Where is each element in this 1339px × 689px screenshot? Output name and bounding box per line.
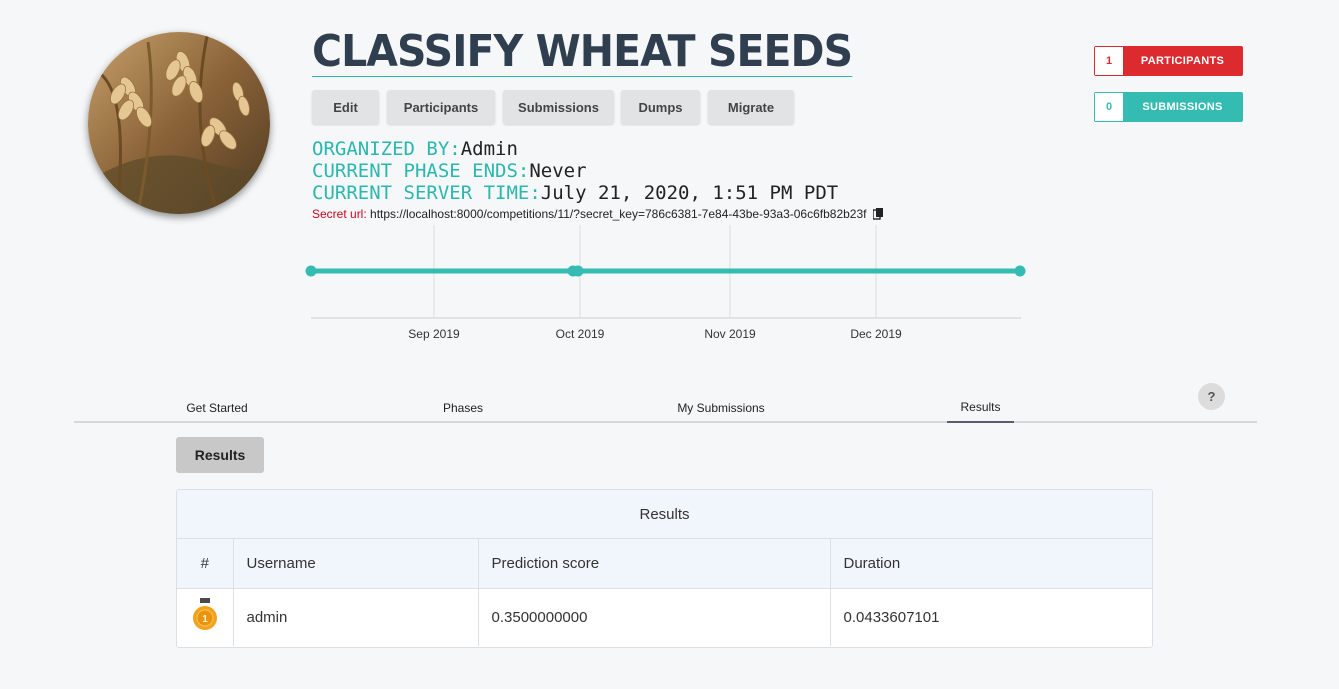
organized-by-value: Admin: [460, 138, 518, 160]
timeline-tick-label: Sep 2019: [408, 327, 460, 341]
score-cell: 0.3500000000: [478, 588, 831, 646]
table-row: 1 admin 0.3500000000 0.0433607101: [177, 588, 1152, 646]
table-header-row: # Username Prediction score Duration: [177, 539, 1152, 588]
phase-timeline: Sep 2019 Oct 2019 Nov 2019 Dec 2019: [305, 225, 1026, 341]
results-button[interactable]: Results: [176, 437, 264, 473]
phase-ends-value: Never: [529, 160, 587, 182]
edit-button[interactable]: Edit: [312, 90, 379, 124]
server-time-label: CURRENT SERVER TIME:: [312, 182, 541, 204]
participants-stat-label: PARTICIPANTS: [1123, 47, 1242, 75]
phase-start-marker[interactable]: [305, 265, 317, 277]
tab-my-submissions[interactable]: My Submissions: [668, 392, 774, 423]
column-header-score: Prediction score: [478, 539, 831, 588]
secret-url-value[interactable]: https://localhost:8000/competitions/11/?…: [370, 207, 866, 221]
participants-count: 1: [1095, 47, 1123, 75]
submissions-stat[interactable]: 0 SUBMISSIONS: [1094, 92, 1243, 122]
secret-url-label: Secret url:: [312, 207, 367, 221]
submissions-count: 0: [1095, 93, 1123, 121]
participants-stat[interactable]: 1 PARTICIPANTS: [1094, 46, 1243, 76]
organized-by: ORGANIZED BY:Admin: [312, 138, 518, 160]
phase-end-marker[interactable]: [1014, 265, 1026, 277]
tab-get-started[interactable]: Get Started: [174, 392, 260, 423]
phase-ends: CURRENT PHASE ENDS:Never: [312, 160, 587, 182]
svg-text:1: 1: [202, 614, 208, 625]
competition-tabs: Get Started Phases My Submissions Result…: [74, 392, 1257, 423]
column-header-username: Username: [233, 539, 479, 588]
competition-logo: [88, 32, 270, 214]
participants-button[interactable]: Participants: [387, 90, 495, 124]
username-cell: admin: [233, 588, 479, 646]
column-header-rank: #: [177, 539, 234, 588]
phase-ends-label: CURRENT PHASE ENDS:: [312, 160, 530, 182]
timeline-tick-label: Nov 2019: [704, 327, 756, 341]
help-icon[interactable]: ?: [1198, 383, 1225, 410]
tab-results[interactable]: Results: [947, 392, 1014, 423]
duration-cell: 0.0433607101: [843, 608, 940, 626]
server-time-value: July 21, 2020, 1:51 PM PDT: [540, 182, 839, 204]
server-time: CURRENT SERVER TIME:July 21, 2020, 1:51 …: [312, 182, 838, 204]
migrate-button[interactable]: Migrate: [708, 90, 794, 124]
column-header-duration: Duration: [843, 554, 901, 572]
gold-medal-icon: 1: [192, 598, 218, 636]
competition-title: CLASSIFY WHEAT SEEDS: [312, 26, 853, 77]
tab-phases[interactable]: Phases: [431, 392, 495, 423]
rank-cell: 1: [177, 588, 234, 646]
results-table-title: Results: [177, 490, 1152, 539]
results-table: Results # Username Prediction score Dura…: [176, 489, 1153, 648]
timeline-tick-label: Dec 2019: [850, 327, 902, 341]
phase-marker[interactable]: [572, 265, 584, 277]
submissions-button[interactable]: Submissions: [503, 90, 614, 124]
timeline-tick-label: Oct 2019: [556, 327, 605, 341]
organized-by-label: ORGANIZED BY:: [312, 138, 461, 160]
dumps-button[interactable]: Dumps: [621, 90, 700, 124]
submissions-stat-label: SUBMISSIONS: [1123, 93, 1242, 121]
